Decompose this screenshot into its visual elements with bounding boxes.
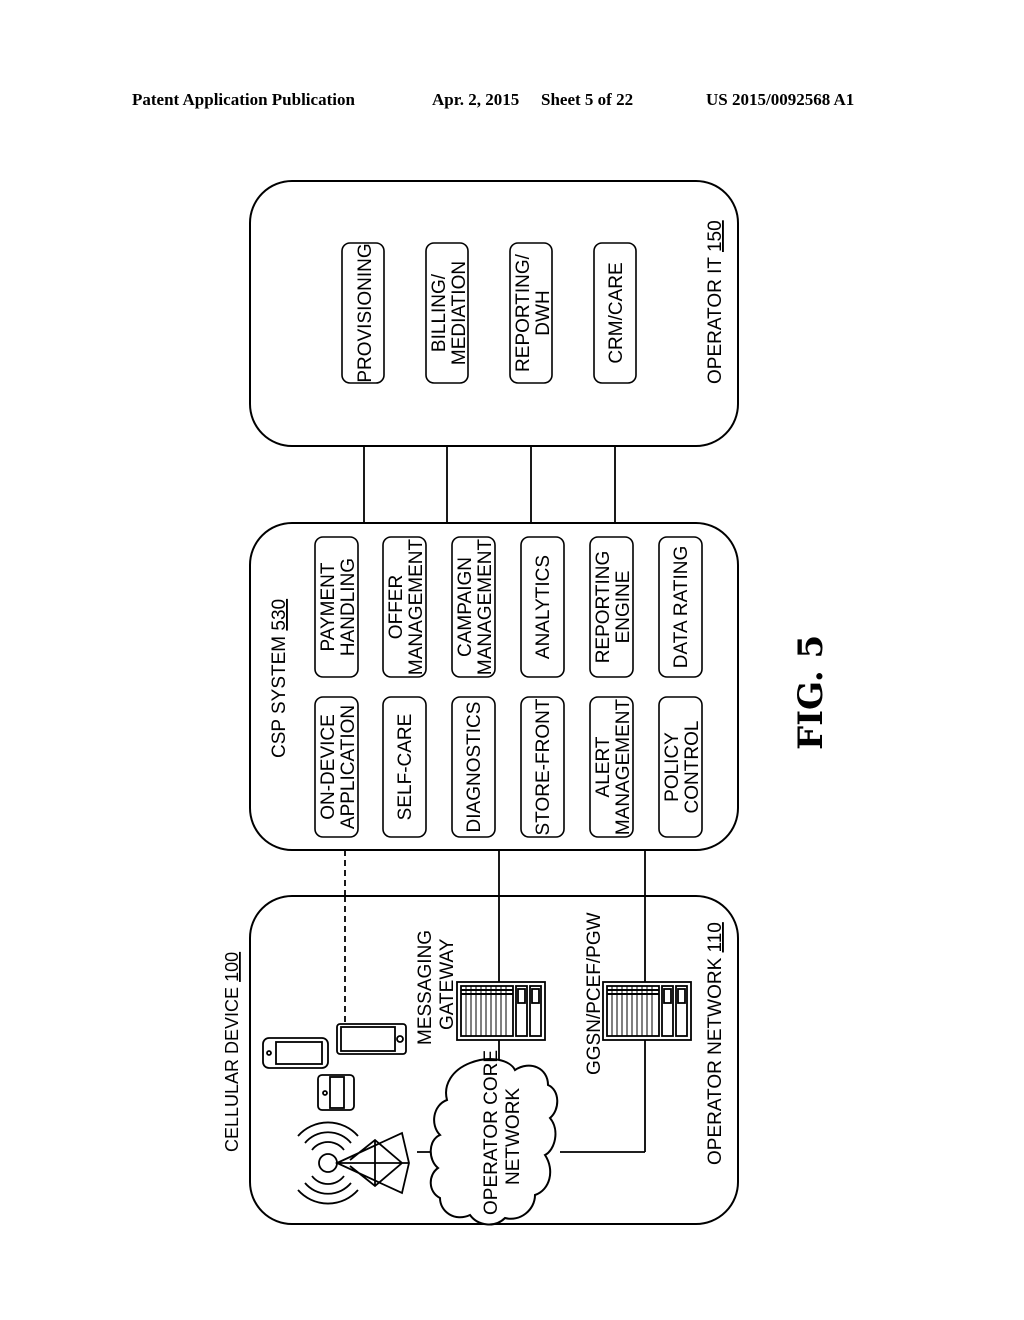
figure-label: FIG. 5 xyxy=(791,635,831,750)
module-label: POLICY xyxy=(662,732,683,802)
module-label: HANDLING xyxy=(338,558,359,656)
operator-network-title: OPERATOR NETWORK 110 xyxy=(705,922,726,1165)
module-label: CONTROL xyxy=(682,721,703,814)
ref-number: 530 xyxy=(269,599,290,631)
module-label: ANALYTICS xyxy=(533,555,554,659)
module-label: DATA RATING xyxy=(671,546,692,668)
operator-network-box: CELLULAR DEVICE 100 OPERATOR CORE NETWOR… xyxy=(222,895,739,1226)
module-label: ON-DEVICE xyxy=(318,714,339,820)
it-csp-connectors xyxy=(363,446,616,523)
module-label: STORE-FRONT xyxy=(533,698,554,835)
module-label: CAMPAIGN xyxy=(455,557,476,657)
csp-system-box: CSP SYSTEM 530 PAYMENT HANDLING OFFER MA… xyxy=(249,522,739,851)
core-network-label: OPERATOR CORE xyxy=(481,1050,502,1215)
operator-it-title: OPERATOR IT 150 xyxy=(705,220,726,384)
module-label: REPORTING/ xyxy=(513,253,534,372)
figure-5-diagram: PROVISIONING BILLING/ MEDIATION REPORTIN… xyxy=(222,180,831,1226)
module-label: DWH xyxy=(533,290,554,335)
module-label: ENGINE xyxy=(613,571,634,644)
ref-number: 100 xyxy=(222,952,242,982)
title-text: OPERATOR NETWORK xyxy=(705,957,726,1165)
title-text: CSP SYSTEM xyxy=(269,636,290,758)
ggsn-label: GGSN/PCEF/PGW xyxy=(584,912,605,1075)
module-label: MANAGEMENT xyxy=(613,699,634,836)
module-label: APPLICATION xyxy=(338,705,359,829)
module-label: PROVISIONING xyxy=(355,243,376,382)
module-label: DIAGNOSTICS xyxy=(464,702,485,833)
module-label: MANAGEMENT xyxy=(475,539,496,676)
ref-number: 150 xyxy=(705,220,726,252)
module-label: BILLING/ xyxy=(429,273,450,352)
operator-it-container xyxy=(249,180,739,447)
module-label: MANAGEMENT xyxy=(406,539,427,676)
csp-system-title: CSP SYSTEM 530 xyxy=(269,599,290,758)
cellular-device-title: CELLULAR DEVICE 100 xyxy=(222,952,242,1152)
module-label: MEDIATION xyxy=(449,261,470,365)
module-label: REPORTING xyxy=(593,551,614,664)
operator-it-box: PROVISIONING BILLING/ MEDIATION REPORTIN… xyxy=(249,180,739,447)
ref-number: 110 xyxy=(705,922,726,952)
title-text: CELLULAR DEVICE xyxy=(222,987,242,1152)
module-label: OFFER xyxy=(386,575,407,639)
module-label: PAYMENT xyxy=(318,562,339,651)
title-text: OPERATOR IT xyxy=(705,257,726,384)
module-label: SELF-CARE xyxy=(395,714,416,821)
module-label: ALERT xyxy=(593,736,614,797)
messaging-gateway-label: GATEWAY xyxy=(437,938,458,1030)
core-network-label: NETWORK xyxy=(503,1088,524,1185)
messaging-gateway-label: MESSAGING xyxy=(415,930,436,1045)
module-label: CRM/CARE xyxy=(606,262,627,363)
